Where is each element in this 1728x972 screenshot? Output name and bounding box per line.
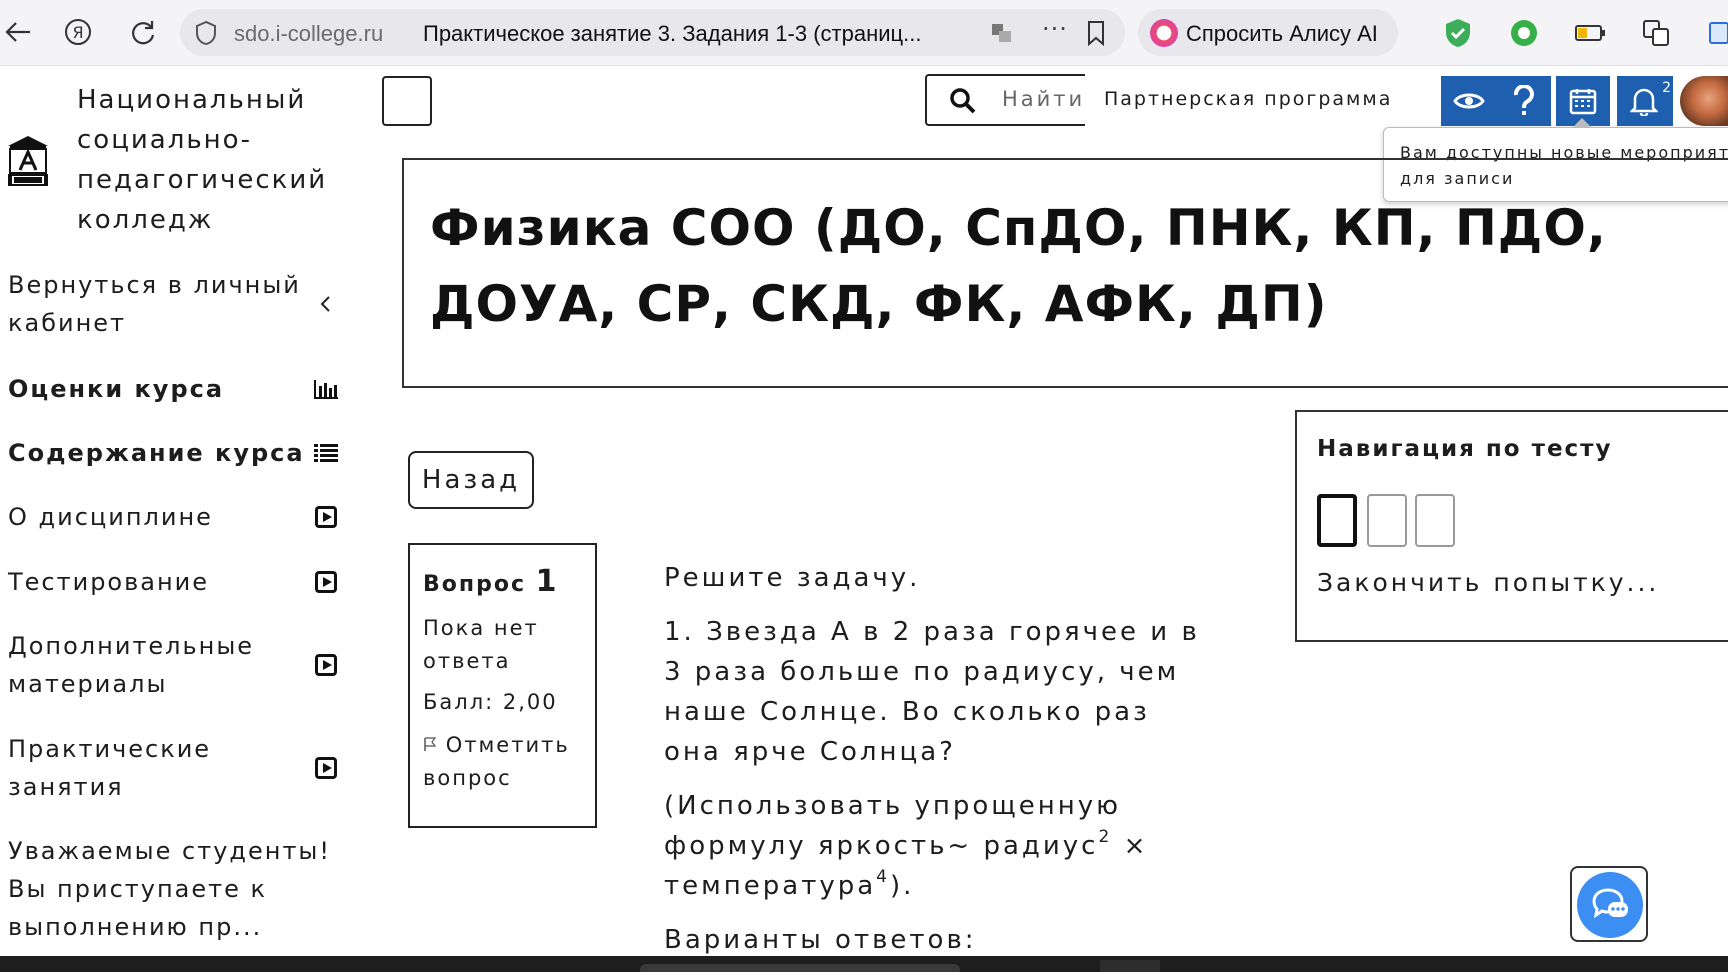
notification-count-badge: 2 <box>1662 80 1671 96</box>
sidebar-item-announcement[interactable]: Уважаемые студенты! Вы приступаете к вып… <box>8 832 338 946</box>
question-intro: Решите задачу. <box>664 563 921 593</box>
yandex-icon[interactable]: Я <box>60 14 96 50</box>
help-button[interactable] <box>1497 76 1551 126</box>
sidebar-item-grades[interactable]: Оценки курса <box>8 370 353 408</box>
bookmark-icon[interactable] <box>1086 20 1106 46</box>
battery-icon[interactable] <box>1574 17 1606 49</box>
sidebar-item-label: Практические занятия <box>8 735 212 801</box>
quiz-nav-question-2[interactable] <box>1367 494 1407 547</box>
quiz-navigation-panel: Навигация по тесту Закончить попытку... <box>1295 410 1728 642</box>
back-arrow-icon[interactable] <box>0 14 36 50</box>
more-options-icon[interactable]: ··· <box>1042 15 1068 43</box>
protect-shield-icon[interactable] <box>1442 17 1474 49</box>
sidebar-item-label: Уважаемые студенты! Вы приступаете к вып… <box>8 837 331 941</box>
accessibility-view-button[interactable] <box>1441 76 1497 126</box>
partner-program-link[interactable]: Партнерская программа <box>1104 88 1392 110</box>
address-bar[interactable]: sdo.i-college.ru Практическое занятие 3.… <box>180 9 1125 56</box>
sidebar-item-label: Дополнительные материалы <box>8 632 255 698</box>
bar-chart-icon <box>313 376 339 402</box>
finish-attempt-link[interactable]: Закончить попытку... <box>1317 568 1659 597</box>
notifications-button[interactable]: 2 <box>1617 76 1673 126</box>
taskbar-item[interactable] <box>1100 960 1160 972</box>
sidebar-item-label: Тестирование <box>8 568 210 596</box>
svg-text:Я: Я <box>72 23 83 42</box>
college-logo[interactable] <box>6 132 50 188</box>
sidebar-item-testing[interactable]: Тестирование <box>8 563 353 601</box>
answer-variants-label: Варианты ответов: <box>664 925 977 955</box>
sidebar-item-label: О дисциплине <box>8 503 213 531</box>
quiz-nav-question-3[interactable] <box>1415 494 1455 547</box>
alice-ai-button[interactable]: Спросить Алису AI <box>1138 9 1398 56</box>
play-icon <box>313 755 339 781</box>
quiz-navigation-title: Навигация по тесту <box>1317 436 1613 462</box>
question-info-panel: Вопрос 1 Пока нет ответа Балл: 2,00 Отме… <box>408 543 597 828</box>
search-input[interactable]: Найти <box>1002 87 1085 111</box>
sidebar-item-label: Оценки курса <box>8 375 225 403</box>
question-score: Балл: 2,00 <box>423 690 558 714</box>
chat-button[interactable] <box>1570 866 1648 942</box>
sidebar-item-practical-lessons[interactable]: Практические занятия <box>8 730 337 806</box>
question-hint: (Использовать упрощенную формулу яркость… <box>664 791 1149 901</box>
chat-icon <box>1577 872 1643 938</box>
course-header: Физика СОО (ДО, СпДО, ПНК, КП, ПДО, ДОУА… <box>402 158 1728 388</box>
flag-icon <box>424 737 437 751</box>
question-text: Решите задачу. 1. Звезда А в 2 раза горя… <box>664 558 1204 972</box>
alice-icon <box>1150 19 1178 47</box>
shield-icon <box>196 20 216 46</box>
play-icon <box>313 652 339 678</box>
back-button[interactable]: Назад <box>408 451 534 509</box>
green-ring-extension-icon[interactable] <box>1508 17 1540 49</box>
alice-label: Спросить Алису AI <box>1186 21 1378 46</box>
page-tab-title: Практическое занятие 3. Задания 1-3 (стр… <box>423 21 922 46</box>
sidebar-item-back-to-cabinet[interactable]: Вернуться в личный кабинет <box>8 266 353 342</box>
reload-icon[interactable] <box>125 14 161 50</box>
question-icon <box>1513 85 1534 115</box>
play-icon <box>313 504 339 530</box>
sidebar: Национальный социально-педагогический ко… <box>0 66 365 956</box>
question-heading: Вопрос 1 <box>423 563 582 604</box>
browser-toolbar: Я sdo.i-college.ru Практическое занятие … <box>0 0 1728 66</box>
college-name: Национальный социально-педагогический ко… <box>77 85 328 235</box>
bell-icon <box>1630 88 1658 116</box>
question-status: Пока нет ответа <box>423 616 539 673</box>
question-problem: 1. Звезда А в 2 раза горячее и в 3 раза … <box>664 617 1200 767</box>
search-box[interactable]: Найти <box>925 74 1085 126</box>
translate-icon[interactable] <box>990 21 1014 45</box>
question-label: Вопрос <box>423 572 526 597</box>
list-icon <box>313 440 339 466</box>
url-domain: sdo.i-college.ru <box>234 21 384 46</box>
translate-extension-icon[interactable] <box>1640 17 1672 49</box>
search-icon[interactable] <box>949 87 977 115</box>
sidebar-item-label: Содержание курса <box>8 439 305 467</box>
chevron-left-icon[interactable] <box>313 291 339 317</box>
sidebar-item-additional-materials[interactable]: Дополнительные материалы <box>8 627 337 703</box>
menu-toggle-button[interactable] <box>382 76 432 126</box>
taskbar-item[interactable] <box>640 964 960 972</box>
flag-question-label: Отметить вопрос <box>423 733 570 790</box>
play-icon <box>313 569 339 595</box>
sidebar-item-course-content[interactable]: Содержание курса <box>8 434 353 472</box>
quiz-nav-question-1[interactable] <box>1317 494 1357 547</box>
eye-icon <box>1453 93 1485 109</box>
user-avatar[interactable] <box>1680 76 1728 126</box>
taskbar <box>0 956 1728 972</box>
extension-partial-icon[interactable] <box>1708 17 1728 49</box>
sidebar-item-label: Вернуться в личный кабинет <box>8 271 301 337</box>
flag-question-link[interactable]: Отметить вопрос <box>423 729 582 795</box>
page-title: Физика СОО (ДО, СпДО, ПНК, КП, ПДО, ДОУА… <box>430 199 1607 333</box>
sidebar-item-about-discipline[interactable]: О дисциплине <box>8 498 353 536</box>
calendar-icon <box>1569 89 1597 115</box>
question-number: 1 <box>535 564 559 599</box>
